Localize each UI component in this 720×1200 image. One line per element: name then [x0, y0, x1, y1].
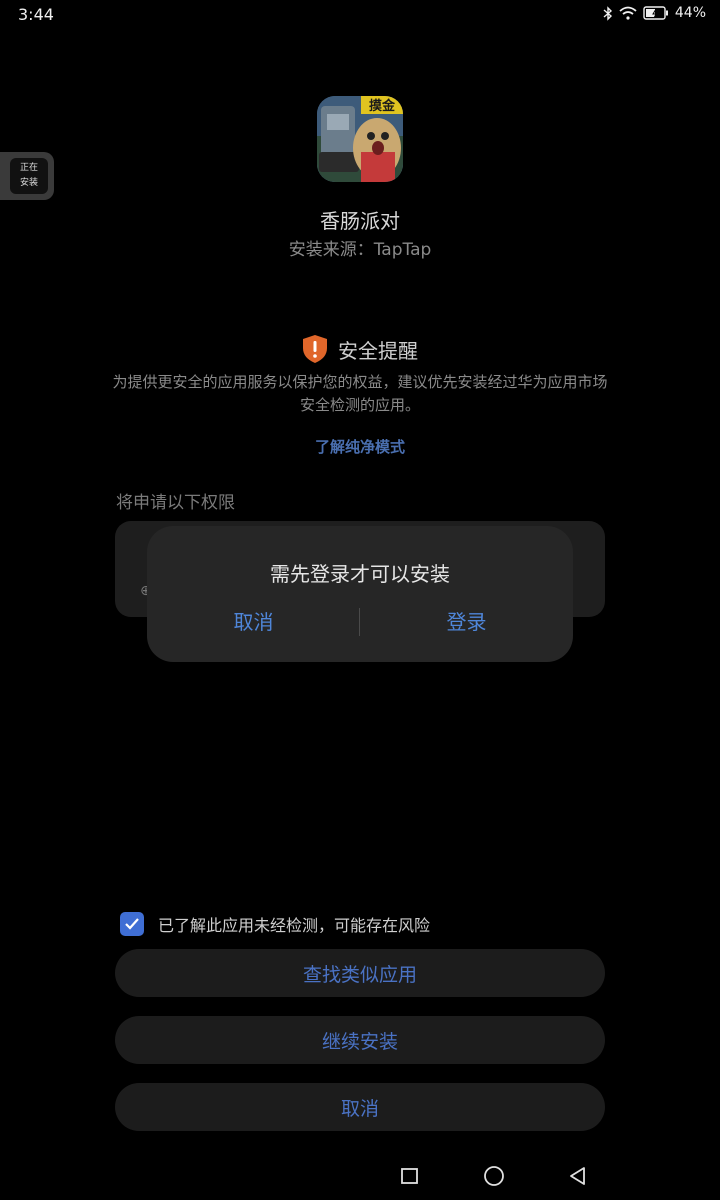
installing-tag-line1: 正在: [19, 163, 38, 173]
recents-icon[interactable]: [400, 1165, 420, 1185]
back-icon[interactable]: [567, 1165, 587, 1187]
battery-icon: [643, 6, 668, 20]
security-title-row: 安全提醒: [0, 334, 720, 364]
login-required-dialog: 需先登录才可以安装 取消 登录: [147, 526, 573, 662]
battery-percent: 44%: [674, 5, 706, 21]
wifi-icon: [619, 6, 637, 20]
install-source-label: 安装来源：: [288, 240, 374, 260]
shield-warning-icon: [303, 335, 327, 363]
continue-install-button[interactable]: 继续安装: [115, 1016, 605, 1064]
security-description: 为提供更安全的应用服务以保护您的权益，建议优先安装经过华为应用市场安全检测的应用…: [112, 373, 608, 414]
install-source-value: TapTap: [373, 240, 432, 260]
learn-pure-mode-link[interactable]: 了解纯净模式: [0, 436, 720, 457]
app-icon: 摸金: [317, 96, 403, 182]
dialog-cancel-button[interactable]: 取消: [147, 606, 360, 635]
risk-acknowledge-label: 已了解此应用未经检测，可能存在风险: [158, 916, 431, 935]
status-time: 3:44: [18, 5, 54, 24]
cancel-install-button[interactable]: 取消: [115, 1083, 605, 1131]
installing-floating-tag[interactable]: 正在 安装: [0, 152, 54, 200]
dialog-login-button[interactable]: 登录: [360, 606, 573, 635]
app-icon-badge: 摸金: [369, 98, 396, 114]
app-name: 香肠派对: [320, 209, 400, 233]
installing-tag-line2: 安装: [19, 178, 38, 188]
risk-acknowledge-row[interactable]: 已了解此应用未经检测，可能存在风险: [120, 912, 430, 936]
install-source: 安装来源：TapTap: [0, 235, 720, 260]
security-title: 安全提醒: [338, 338, 418, 363]
home-icon[interactable]: [483, 1165, 505, 1187]
checkmark-icon: [125, 918, 139, 930]
bluetooth-icon: [603, 5, 612, 21]
dialog-message: 需先登录才可以安装: [270, 562, 450, 586]
find-similar-apps-button[interactable]: 查找类似应用: [115, 949, 605, 997]
permissions-heading: 将申请以下权限: [116, 493, 235, 513]
risk-acknowledge-checkbox[interactable]: [120, 912, 144, 936]
status-icons: 44%: [603, 5, 706, 21]
